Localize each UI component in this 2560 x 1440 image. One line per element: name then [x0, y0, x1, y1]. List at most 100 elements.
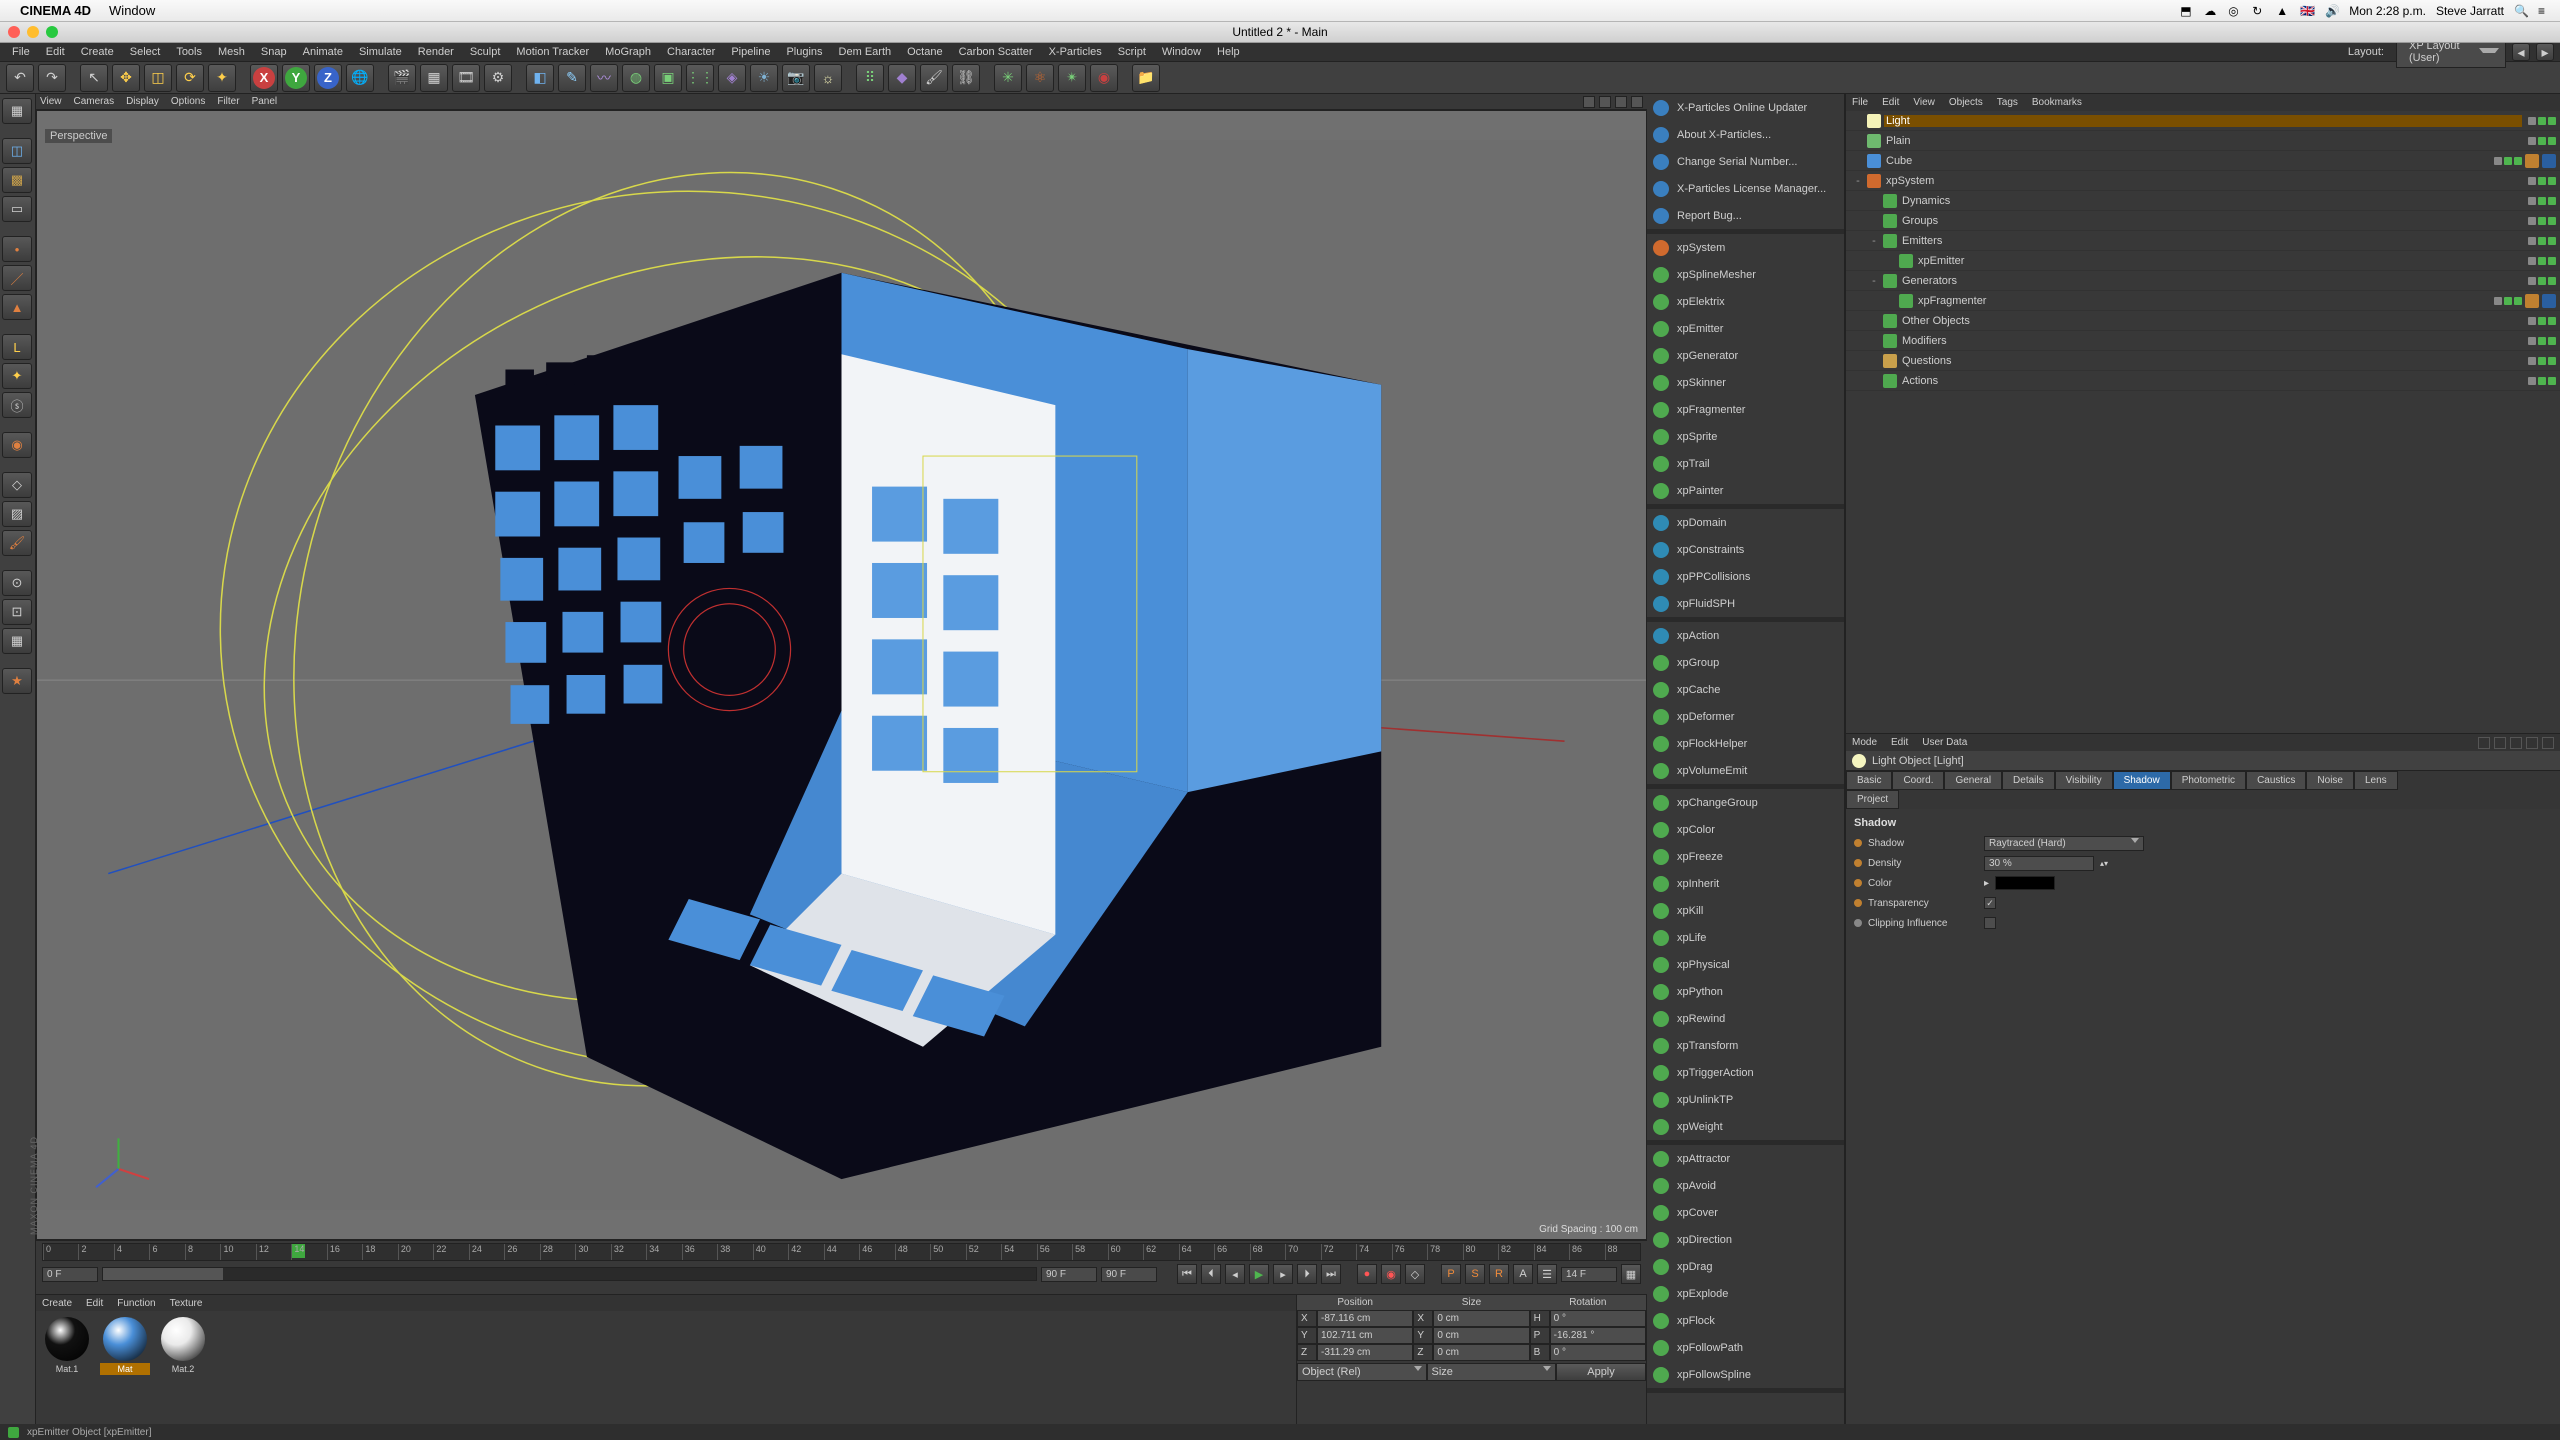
- render-dot[interactable]: [2548, 237, 2556, 245]
- workplane-mode-button[interactable]: ▭: [2, 196, 32, 222]
- visibility-dot[interactable]: [2538, 257, 2546, 265]
- range-start-field[interactable]: 0 F: [42, 1267, 98, 1282]
- object-row[interactable]: Other Objects: [1846, 311, 2560, 331]
- menu-script[interactable]: Script: [1112, 44, 1152, 60]
- object-row[interactable]: -xpSystem: [1846, 171, 2560, 191]
- menu-tools[interactable]: Tools: [170, 44, 208, 60]
- xp-item-xpsystem[interactable]: xpSystem: [1647, 234, 1844, 261]
- attr-tab-general[interactable]: General: [1944, 771, 2002, 790]
- om-menu-objects[interactable]: Objects: [1949, 97, 1983, 108]
- am-nav-back-icon[interactable]: [2478, 737, 2490, 749]
- xp-item-xpfluidsph[interactable]: xpFluidSPH: [1647, 590, 1844, 617]
- play-button[interactable]: ▶: [1249, 1264, 1269, 1284]
- environment-button[interactable]: ☀: [750, 64, 778, 92]
- render-dot[interactable]: [2548, 177, 2556, 185]
- object-name-label[interactable]: Dynamics: [1900, 195, 2522, 207]
- tweak-mode-button[interactable]: ✦: [2, 363, 32, 389]
- menu-octane[interactable]: Octane: [901, 44, 948, 60]
- xp-item-x-particles-online-updater[interactable]: X-Particles Online Updater: [1647, 94, 1844, 121]
- object-row[interactable]: -Generators: [1846, 271, 2560, 291]
- object-name-label[interactable]: Generators: [1900, 275, 2522, 287]
- size-field[interactable]: 0 cm: [1433, 1310, 1529, 1327]
- viewport-solo-button[interactable]: ⊙: [2, 570, 32, 596]
- am-menu-user-data[interactable]: User Data: [1922, 737, 1967, 748]
- vp-menu-view[interactable]: View: [40, 96, 62, 107]
- key-rot-button[interactable]: R: [1489, 1264, 1509, 1284]
- visibility-dot[interactable]: [2538, 377, 2546, 385]
- zoom-window-button[interactable]: [46, 26, 58, 38]
- rotation-field[interactable]: 0 °: [1550, 1344, 1646, 1361]
- spline-pen-button[interactable]: ✎: [558, 64, 586, 92]
- xp-toolbar-button[interactable]: ★: [2, 668, 32, 694]
- app-menu[interactable]: CINEMA 4D: [20, 3, 91, 18]
- object-name-label[interactable]: xpFragmenter: [1916, 295, 2488, 307]
- object-name-label[interactable]: Light: [1884, 115, 2522, 127]
- object-row[interactable]: Modifiers: [1846, 331, 2560, 351]
- attr-tab-shadow[interactable]: Shadow: [2113, 771, 2171, 790]
- position-field[interactable]: -87.116 cm: [1317, 1310, 1413, 1327]
- snap-toggle-button[interactable]: ⓢ: [2, 392, 32, 418]
- object-name-label[interactable]: xpEmitter: [1916, 255, 2522, 267]
- workplane-button[interactable]: ◉: [2, 432, 32, 458]
- layer-dot[interactable]: [2528, 217, 2536, 225]
- key-param-button[interactable]: A: [1513, 1264, 1533, 1284]
- attr-tab-caustics[interactable]: Caustics: [2246, 771, 2306, 790]
- param-anim-dot[interactable]: [1854, 839, 1862, 847]
- scale-tool[interactable]: ◫: [144, 64, 172, 92]
- coord-size-combo[interactable]: Size: [1427, 1363, 1557, 1381]
- key-pla-button[interactable]: ☰: [1537, 1264, 1557, 1284]
- spotlight-icon[interactable]: 🔍: [2514, 4, 2528, 18]
- xp-item-xpexplode[interactable]: xpExplode: [1647, 1280, 1844, 1307]
- edge-mode-button[interactable]: ／: [2, 265, 32, 291]
- menu-carbon-scatter[interactable]: Carbon Scatter: [953, 44, 1039, 60]
- om-menu-bookmarks[interactable]: Bookmarks: [2032, 97, 2082, 108]
- recent-tool[interactable]: ✦: [208, 64, 236, 92]
- viewport-canvas[interactable]: [37, 111, 1646, 1239]
- viewport-grid-button[interactable]: ▦: [2, 628, 32, 654]
- vp-menu-cameras[interactable]: Cameras: [74, 96, 115, 107]
- tree-expand-icon[interactable]: -: [1868, 235, 1880, 247]
- xp-emitter-button[interactable]: ✳: [994, 64, 1022, 92]
- rotation-field[interactable]: 0 °: [1550, 1310, 1646, 1327]
- array-button[interactable]: ⋮⋮: [686, 64, 714, 92]
- object-name-label[interactable]: Actions: [1900, 375, 2522, 387]
- xp-item-xppython[interactable]: xpPython: [1647, 978, 1844, 1005]
- redo-button[interactable]: ↷: [38, 64, 66, 92]
- menu-plugins[interactable]: Plugins: [780, 44, 828, 60]
- object-tag-icon[interactable]: [2525, 154, 2539, 168]
- layer-dot[interactable]: [2494, 157, 2502, 165]
- key-scale-button[interactable]: S: [1465, 1264, 1485, 1284]
- primitive-cube-button[interactable]: ◧: [526, 64, 554, 92]
- vp-menu-display[interactable]: Display: [126, 96, 159, 107]
- vp-menu-options[interactable]: Options: [171, 96, 205, 107]
- xp-item-xpconstraints[interactable]: xpConstraints: [1647, 536, 1844, 563]
- mograph-cloner-button[interactable]: ⠿: [856, 64, 884, 92]
- param-dot[interactable]: [1854, 919, 1862, 927]
- render-dot[interactable]: [2548, 357, 2556, 365]
- keyframe-sel-button[interactable]: ◇: [1405, 1264, 1425, 1284]
- layer-dot[interactable]: [2528, 137, 2536, 145]
- vp-nav-icon[interactable]: [1599, 96, 1611, 108]
- layer-dot[interactable]: [2528, 257, 2536, 265]
- mat-menu-function[interactable]: Function: [117, 1298, 155, 1309]
- menu-mesh[interactable]: Mesh: [212, 44, 251, 60]
- object-name-label[interactable]: xpSystem: [1884, 175, 2522, 187]
- object-row[interactable]: xpFragmenter: [1846, 291, 2560, 311]
- object-row[interactable]: Light: [1846, 111, 2560, 131]
- key-pos-button[interactable]: P: [1441, 1264, 1461, 1284]
- menu-motion-tracker[interactable]: Motion Tracker: [510, 44, 595, 60]
- spline-primitive-button[interactable]: 〰: [590, 64, 618, 92]
- flag-icon[interactable]: 🇬🇧: [2300, 4, 2315, 18]
- vp-nav-icon[interactable]: [1583, 96, 1595, 108]
- object-row[interactable]: Dynamics: [1846, 191, 2560, 211]
- xp-item-xpcover[interactable]: xpCover: [1647, 1199, 1844, 1226]
- layer-dot[interactable]: [2528, 317, 2536, 325]
- menu-help[interactable]: Help: [1211, 44, 1246, 60]
- object-name-label[interactable]: Modifiers: [1900, 335, 2522, 347]
- am-menu-mode[interactable]: Mode: [1852, 737, 1877, 748]
- xp-item-change-serial-number-[interactable]: Change Serial Number...: [1647, 148, 1844, 175]
- render-pv-button[interactable]: 🎞: [452, 64, 480, 92]
- visibility-dot[interactable]: [2538, 337, 2546, 345]
- autokey-button[interactable]: ◉: [1381, 1264, 1401, 1284]
- param-anim-dot[interactable]: [1854, 899, 1862, 907]
